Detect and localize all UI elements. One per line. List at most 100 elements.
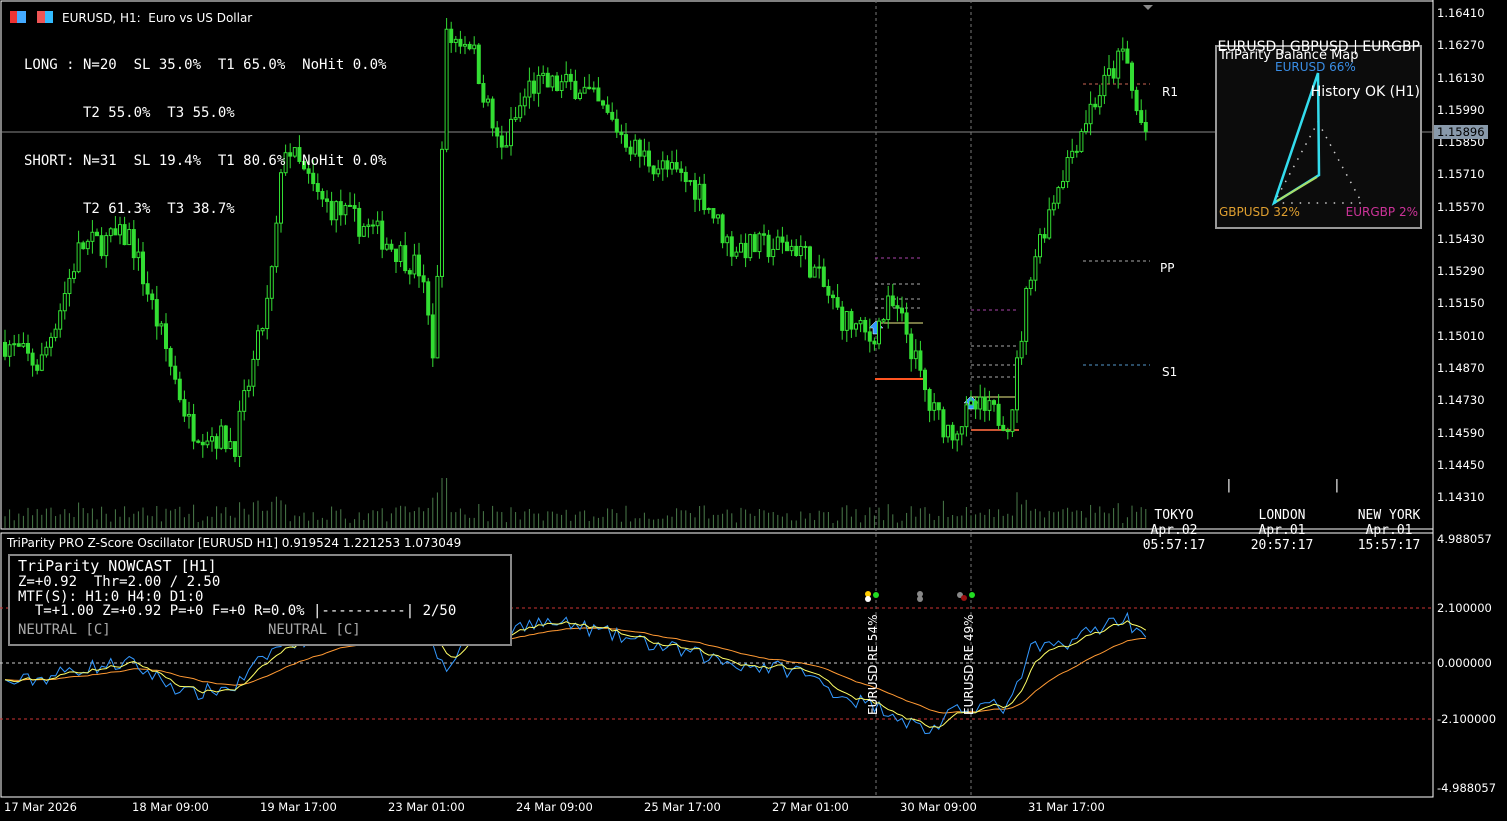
candle-body [440,148,444,277]
candle-body [932,402,937,411]
candle-body [1111,68,1116,79]
nowcast-state-right: NEUTRAL [C] [268,622,361,638]
time-axis-label: 31 Mar 17:00 [1028,800,1105,814]
candle-body [177,378,182,401]
candle-body [421,275,426,283]
nowcast-title: TriParity NOWCAST [H1] [18,557,217,575]
candle-body [518,105,523,119]
candle-body [647,150,651,167]
candle-body [872,340,877,345]
long-stats-line1: LONG : N=20 SL 35.0% T1 65.0% NoHit 0.0% [24,57,387,73]
history-status: History OK (H1) [1310,84,1420,100]
pair-header: EURUSD | GBPUSD | EURGBP History OK (H1) [1218,10,1421,115]
price-axis-label: 1.15570 [1437,199,1485,214]
candle-body [863,319,868,333]
re-marker-label: EURUSD RE 54% [866,614,880,715]
candle-body [513,117,518,120]
long-stats-line2: T2 55.0% T3 55.0% [24,105,235,121]
chart-title: EURUSD, H1: Euro vs US Dollar [62,11,253,25]
candle-body [877,320,881,345]
chart-menu-icon[interactable] [10,11,26,23]
candle-body [564,73,569,83]
candle-body [444,28,449,150]
candle-body [136,251,141,259]
candle-body [886,295,891,321]
candle-body [637,139,642,157]
candle-body [7,344,12,357]
pairs-title: EURUSD | GBPUSD | EURGBP [1217,39,1421,55]
candle-body [104,235,109,257]
candle-body [168,347,173,367]
candle-body [803,245,808,248]
candle-body [384,243,389,250]
candle-body [458,38,463,47]
nowcast-state-left: NEUTRAL [C] [18,622,111,638]
candle-body [1010,409,1015,433]
signal-dot [917,596,923,602]
candle-body [1143,121,1148,133]
candle-body [610,111,615,120]
session-london: LONDON Apr.01 20:57:17 [1248,478,1316,568]
session-date: Apr.01 [1258,523,1306,538]
session-name: NEW YORK [1357,508,1421,523]
candle-body [1107,68,1111,76]
candle-body [426,281,431,316]
candle-body [53,328,58,338]
candle-body [582,86,587,94]
session-date: Apr.02 [1150,523,1198,538]
candle-body [794,245,799,257]
candle-body [987,400,992,411]
candle-body [233,441,237,457]
candle-body [76,242,81,273]
price-axis-label: 1.15150 [1437,296,1485,311]
candle-body [495,127,500,137]
candle-body [509,118,513,147]
candle-body [1033,256,1038,281]
candle-body [831,294,835,299]
candle-body [568,73,573,82]
oscillator-title: TriParity PRO Z-Score Oscillator [EURUSD… [7,536,462,550]
candle-body [536,74,541,94]
candle-body [955,433,960,441]
candle-body [973,400,978,410]
candle-body [596,87,601,102]
candle-body [210,436,214,442]
price-axis-label: 1.15290 [1437,264,1485,279]
candle-body [605,104,610,113]
candle-body [67,277,72,295]
candle-body [1120,48,1125,52]
time-axis-label: 25 Mar 17:00 [644,800,721,814]
candle-body [697,183,702,200]
candle-body [711,208,716,219]
candle-body [389,243,394,250]
pivot-r1-label: R1 [1162,85,1178,99]
candle-body [587,86,592,90]
candle-body [964,404,969,428]
candle-body [941,409,946,438]
candle-body [909,333,914,360]
oscillator-axis-label: 2.100000 [1437,601,1492,615]
signal-dot [865,596,871,602]
candle-body [890,295,895,307]
candle-body [3,341,7,357]
session-tokyo: TOKYO Apr.02 05:57:17 [1140,478,1208,568]
time-axis-label: 18 Mar 09:00 [132,800,209,814]
candle-body [265,297,270,330]
gbpusd-weight: GBPUSD 32% [1219,205,1300,219]
candle-body [835,297,840,308]
chart-template-icon[interactable] [37,11,53,23]
candle-body [39,354,44,371]
candle-body [449,28,454,44]
candle-body [978,396,983,410]
candle-body [1056,187,1061,204]
candle-body [660,160,665,170]
candle-body [1005,429,1010,433]
candle-body [412,254,417,275]
candle-body [398,245,403,262]
candle-body [1097,95,1102,108]
candle-body [16,343,21,347]
candle-body [766,234,771,258]
candle-body [481,83,486,103]
oscillator-axis-label: 4.988057 [1437,532,1492,546]
candle-body [601,100,605,106]
